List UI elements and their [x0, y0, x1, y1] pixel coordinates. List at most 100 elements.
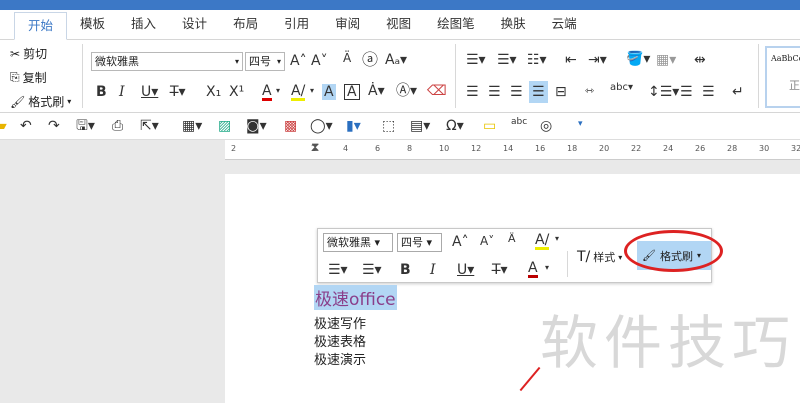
doc-line[interactable]: 极速写作 — [314, 313, 366, 332]
tab-cloud[interactable]: 云端 — [539, 11, 590, 39]
redo-icon[interactable]: ↷ — [48, 119, 60, 133]
float-font-select[interactable]: 微软雅黑 ▾ — [323, 233, 393, 252]
doc-line-selected[interactable]: 极速office — [314, 285, 397, 310]
paragraph-mark-icon[interactable]: ↵ — [732, 85, 744, 99]
italic-icon[interactable]: I — [119, 85, 125, 99]
select-icon[interactable]: ⇱▾ — [140, 119, 159, 133]
tab-draw[interactable]: 绘图笔 — [424, 11, 488, 39]
phonetic-icon[interactable]: Ä — [508, 233, 516, 244]
tab-review[interactable]: 审阅 — [322, 11, 373, 39]
justify-icon[interactable]: ☰ — [529, 81, 548, 103]
ruler-tick-label: 32 — [791, 144, 800, 153]
indent-marker-icon[interactable]: ⧗ — [311, 140, 319, 155]
float-size-select[interactable]: 四号 ▾ — [397, 233, 442, 252]
text-direction-icon[interactable]: abc▾ — [610, 83, 633, 93]
tab-template[interactable]: 模板 — [67, 11, 118, 39]
char-scale-icon[interactable]: Aₐ▾ — [385, 53, 407, 67]
tab-stop-icon[interactable]: ⇹ — [694, 53, 706, 67]
font-size-select[interactable]: 四号 ▾ — [245, 52, 285, 71]
tab-design[interactable]: 设计 — [169, 11, 220, 39]
shading-fill-icon[interactable]: 🪣▾ — [626, 52, 650, 66]
superscript-icon[interactable]: X¹ — [229, 85, 244, 99]
strikethrough-icon[interactable]: T̶▾ — [170, 85, 186, 99]
spell-check-icon[interactable]: abc — [511, 118, 527, 127]
font-color-icon[interactable]: A — [262, 84, 272, 101]
tab-layout[interactable]: 布局 — [220, 11, 271, 39]
char-distribute-icon[interactable]: ⇿ — [585, 85, 594, 96]
doc-line[interactable]: 极速表格 — [314, 331, 366, 350]
shrink-font-icon[interactable]: A˅ — [311, 54, 328, 68]
table-icon[interactable]: ▦▾ — [182, 119, 202, 133]
numbered-list-icon[interactable]: ☰▾ — [362, 263, 382, 277]
para-after-icon[interactable]: ☰ — [702, 85, 715, 99]
camera-icon[interactable]: ◎ — [540, 119, 552, 133]
copy-button[interactable]: ⎘ 复制 — [10, 69, 47, 86]
font-name-select[interactable]: 微软雅黑 ▾ — [91, 52, 243, 71]
styles-button[interactable]: T/样式 ▾ — [577, 249, 622, 265]
open-folder-icon[interactable]: ▰ — [0, 119, 7, 133]
chart-icon[interactable]: ▮▾ — [346, 119, 361, 133]
align-center-icon[interactable]: ☰ — [488, 85, 501, 99]
highlight-icon[interactable]: A/ — [535, 233, 550, 250]
print-icon[interactable]: ⎙ — [112, 119, 123, 133]
shrink-font-icon[interactable]: A˅ — [480, 235, 494, 247]
para-before-icon[interactable]: ☰ — [680, 85, 693, 99]
bullet-list-icon[interactable]: ☰▾ — [466, 53, 486, 67]
strikethrough-icon[interactable]: T̶▾ — [492, 263, 508, 277]
screenshot-icon[interactable]: ◙▾ — [246, 119, 267, 133]
emphasis-icon[interactable]: Ȧ▾ — [368, 84, 385, 98]
picture-icon[interactable]: ▨ — [218, 119, 231, 133]
ruler-tick-label: 18 — [567, 144, 578, 153]
tab-references[interactable]: 引用 — [271, 11, 322, 39]
enclose-char-icon[interactable]: ⓐ — [362, 52, 378, 68]
highlight-icon[interactable]: A/ — [291, 84, 306, 101]
smartart-icon[interactable]: ▩ — [284, 119, 297, 133]
increase-indent-icon[interactable]: ⇥▾ — [588, 53, 607, 67]
doc-line[interactable]: 极速演示 — [314, 349, 366, 368]
cut-button[interactable]: ✂ 剪切 — [10, 45, 47, 62]
grow-font-icon[interactable]: A˄ — [290, 54, 307, 68]
style-normal-preview[interactable]: AaBbCc 正 — [765, 46, 800, 108]
text-effect-icon[interactable]: Ⓐ▾ — [396, 84, 417, 98]
ruler-tick-label: 22 — [631, 144, 642, 153]
bold-icon[interactable]: B — [400, 263, 411, 277]
tab-skin[interactable]: 换肤 — [488, 11, 539, 39]
ruler-tick-label: 24 — [663, 144, 674, 153]
italic-icon[interactable]: I — [430, 263, 436, 277]
numbered-list-icon[interactable]: ☰▾ — [497, 53, 517, 67]
ruler-tick-label: 2 — [231, 144, 237, 153]
grow-font-icon[interactable]: A˄ — [452, 235, 469, 249]
decrease-indent-icon[interactable]: ⇤ — [565, 53, 577, 67]
distribute-icon[interactable]: ⊟ — [555, 85, 567, 99]
horizontal-ruler[interactable]: 2246810121416182022242628303234 ⧗ — [225, 140, 800, 160]
multilevel-list-icon[interactable]: ☷▾ — [527, 53, 547, 67]
align-left-icon[interactable]: ☰ — [466, 85, 479, 99]
save-icon[interactable]: 🖫▾ — [76, 119, 95, 133]
underline-icon[interactable]: U▾ — [141, 85, 158, 99]
copy-icon: ⎘ — [10, 70, 20, 84]
symbol-icon[interactable]: Ω▾ — [446, 119, 464, 133]
underline-icon[interactable]: U▾ — [457, 263, 474, 277]
font-color-icon[interactable]: A — [528, 261, 538, 278]
borders-icon[interactable]: ▦▾ — [656, 53, 676, 67]
char-border-icon[interactable]: A — [344, 84, 360, 100]
tab-home[interactable]: 开始 — [14, 12, 68, 40]
bullet-list-icon[interactable]: ☰▾ — [328, 263, 348, 277]
char-shading-icon[interactable]: A — [322, 84, 336, 100]
note-icon[interactable]: ▭ — [483, 119, 496, 133]
bold-icon[interactable]: B — [96, 85, 107, 99]
customize-toolbar-icon[interactable]: ▾ — [578, 120, 583, 129]
textbox-icon[interactable]: ▤▾ — [410, 119, 430, 133]
shapes-icon[interactable]: ◯▾ — [310, 119, 333, 133]
tab-view[interactable]: 视图 — [373, 11, 424, 39]
undo-icon[interactable]: ↶ — [20, 119, 32, 133]
textbox-select-icon[interactable]: ⬚ — [382, 119, 395, 133]
align-right-icon[interactable]: ☰ — [510, 85, 523, 99]
tab-insert[interactable]: 插入 — [118, 11, 169, 39]
divider — [567, 251, 568, 277]
subscript-icon[interactable]: X₁ — [206, 85, 221, 99]
clear-format-icon[interactable]: ⌫ — [427, 84, 447, 98]
line-spacing-icon[interactable]: ↕☰▾ — [648, 85, 679, 99]
format-painter-button[interactable]: 🖌 格式刷 ▾ — [10, 93, 71, 110]
phonetic-icon[interactable]: Ä — [343, 52, 351, 64]
